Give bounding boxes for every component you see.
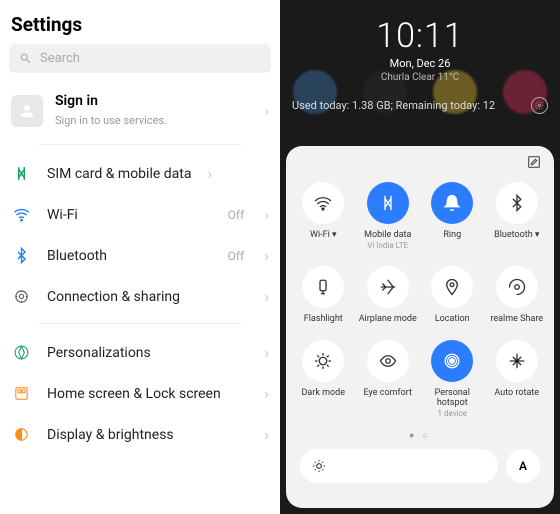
chevron-right-icon: › xyxy=(264,425,269,444)
tile-label: Wi-Fi ▾ xyxy=(310,230,337,240)
qs-tile-3[interactable]: Bluetooth ▾ xyxy=(486,178,549,260)
tile-label: Location xyxy=(435,314,470,324)
chevron-right-icon: › xyxy=(264,384,269,403)
qs-tile-4[interactable]: Flashlight xyxy=(292,262,355,334)
brightness-slider[interactable] xyxy=(300,449,498,483)
tile-icon xyxy=(431,266,473,308)
weather-text: Churla Clear 11°C xyxy=(280,72,560,83)
tile-label: Personal hotspot xyxy=(421,388,484,408)
tile-label: Flashlight xyxy=(304,314,343,324)
chevron-right-icon: › xyxy=(264,205,269,224)
clock-time: 10:11 xyxy=(280,16,560,56)
data-usage-text: Used today: 1.38 GB; Remaining today: 12 xyxy=(292,99,495,112)
settings-item-wifi[interactable]: Wi-Fi Off › xyxy=(9,194,271,235)
page-indicator: ● ○ xyxy=(292,430,548,441)
qs-tile-5[interactable]: Airplane mode xyxy=(357,262,420,334)
settings-item-sim[interactable]: SIM card & mobile data › xyxy=(9,153,271,194)
brightness-icon xyxy=(312,459,326,473)
auto-brightness-button[interactable]: A xyxy=(506,449,540,483)
chevron-right-icon: › xyxy=(207,164,212,183)
item-label: Wi-Fi xyxy=(47,207,78,223)
item-label: SIM card & mobile data xyxy=(47,166,191,182)
settings-item-display[interactable]: Display & brightness › xyxy=(9,414,271,455)
chevron-right-icon: › xyxy=(264,101,269,120)
qs-tile-2[interactable]: Ring xyxy=(421,178,484,260)
signin-title: Sign in xyxy=(55,93,167,109)
avatar-icon xyxy=(11,95,43,127)
tile-label: Bluetooth ▾ xyxy=(494,230,539,240)
item-label: Bluetooth xyxy=(47,248,107,264)
qs-tile-11[interactable]: Auto rotate xyxy=(486,336,549,428)
page-title: Settings xyxy=(11,13,271,36)
tile-label: Ring xyxy=(443,230,461,240)
tile-icon xyxy=(302,182,344,224)
tile-icon xyxy=(496,182,538,224)
qs-tile-0[interactable]: Wi-Fi ▾ xyxy=(292,178,355,260)
qs-tile-8[interactable]: Dark mode xyxy=(292,336,355,428)
display-icon xyxy=(11,426,31,443)
tile-icon xyxy=(431,182,473,224)
divider xyxy=(39,144,241,145)
tile-icon xyxy=(367,182,409,224)
search-icon xyxy=(19,52,32,65)
search-input[interactable]: Search xyxy=(9,44,271,73)
settings-item-connection[interactable]: Connection & sharing › xyxy=(9,276,271,317)
settings-gear-icon[interactable] xyxy=(531,97,548,114)
tile-sublabel: 1 device xyxy=(438,409,467,418)
item-label: Home screen & Lock screen xyxy=(47,386,221,402)
quick-settings-panel: Wi-Fi ▾ Mobile data Vi India LTE Ring Bl… xyxy=(286,146,554,508)
settings-item-personalizations[interactable]: Personalizations › xyxy=(9,332,271,373)
item-label: Connection & sharing xyxy=(47,289,180,305)
tile-sublabel: Vi India LTE xyxy=(367,241,408,250)
signin-row[interactable]: Sign in Sign in to use services. › xyxy=(9,87,271,134)
qs-tile-7[interactable]: realme Share xyxy=(486,262,549,334)
tile-icon xyxy=(367,340,409,382)
tile-icon xyxy=(496,266,538,308)
chevron-right-icon: › xyxy=(264,246,269,265)
search-placeholder: Search xyxy=(40,51,80,66)
qs-tile-1[interactable]: Mobile data Vi India LTE xyxy=(357,178,420,260)
qs-tile-6[interactable]: Location xyxy=(421,262,484,334)
signin-subtitle: Sign in to use services. xyxy=(55,114,167,127)
wifi-icon xyxy=(11,206,31,223)
tile-label: Eye comfort xyxy=(364,388,412,398)
item-label: Display & brightness xyxy=(47,427,174,443)
tile-icon xyxy=(496,340,538,382)
tile-label: Auto rotate xyxy=(494,388,539,398)
sim-icon xyxy=(11,165,31,182)
tile-icon xyxy=(367,266,409,308)
connection-icon xyxy=(11,288,31,305)
settings-item-homescreen[interactable]: Home screen & Lock screen › xyxy=(9,373,271,414)
qs-tile-10[interactable]: Personal hotspot 1 device xyxy=(421,336,484,428)
divider xyxy=(39,323,241,324)
clock-date: Mon, Dec 26 xyxy=(280,57,560,70)
settings-item-bluetooth[interactable]: Bluetooth Off › xyxy=(9,235,271,276)
homescreen-icon xyxy=(11,385,31,402)
tile-label: realme Share xyxy=(490,314,543,324)
tile-icon xyxy=(302,266,344,308)
bluetooth-icon xyxy=(11,247,31,264)
tile-label: Dark mode xyxy=(301,388,345,398)
tile-icon xyxy=(302,340,344,382)
chevron-right-icon: › xyxy=(264,287,269,306)
qs-tile-9[interactable]: Eye comfort xyxy=(357,336,420,428)
chevron-right-icon: › xyxy=(264,343,269,362)
item-status: Off xyxy=(228,249,245,263)
tile-label: Mobile data xyxy=(364,230,411,240)
tile-icon xyxy=(431,340,473,382)
item-status: Off xyxy=(228,208,245,222)
personalization-icon xyxy=(11,344,31,361)
tile-label: Airplane mode xyxy=(359,314,417,324)
edit-tiles-button[interactable] xyxy=(526,154,542,170)
item-label: Personalizations xyxy=(47,345,151,361)
